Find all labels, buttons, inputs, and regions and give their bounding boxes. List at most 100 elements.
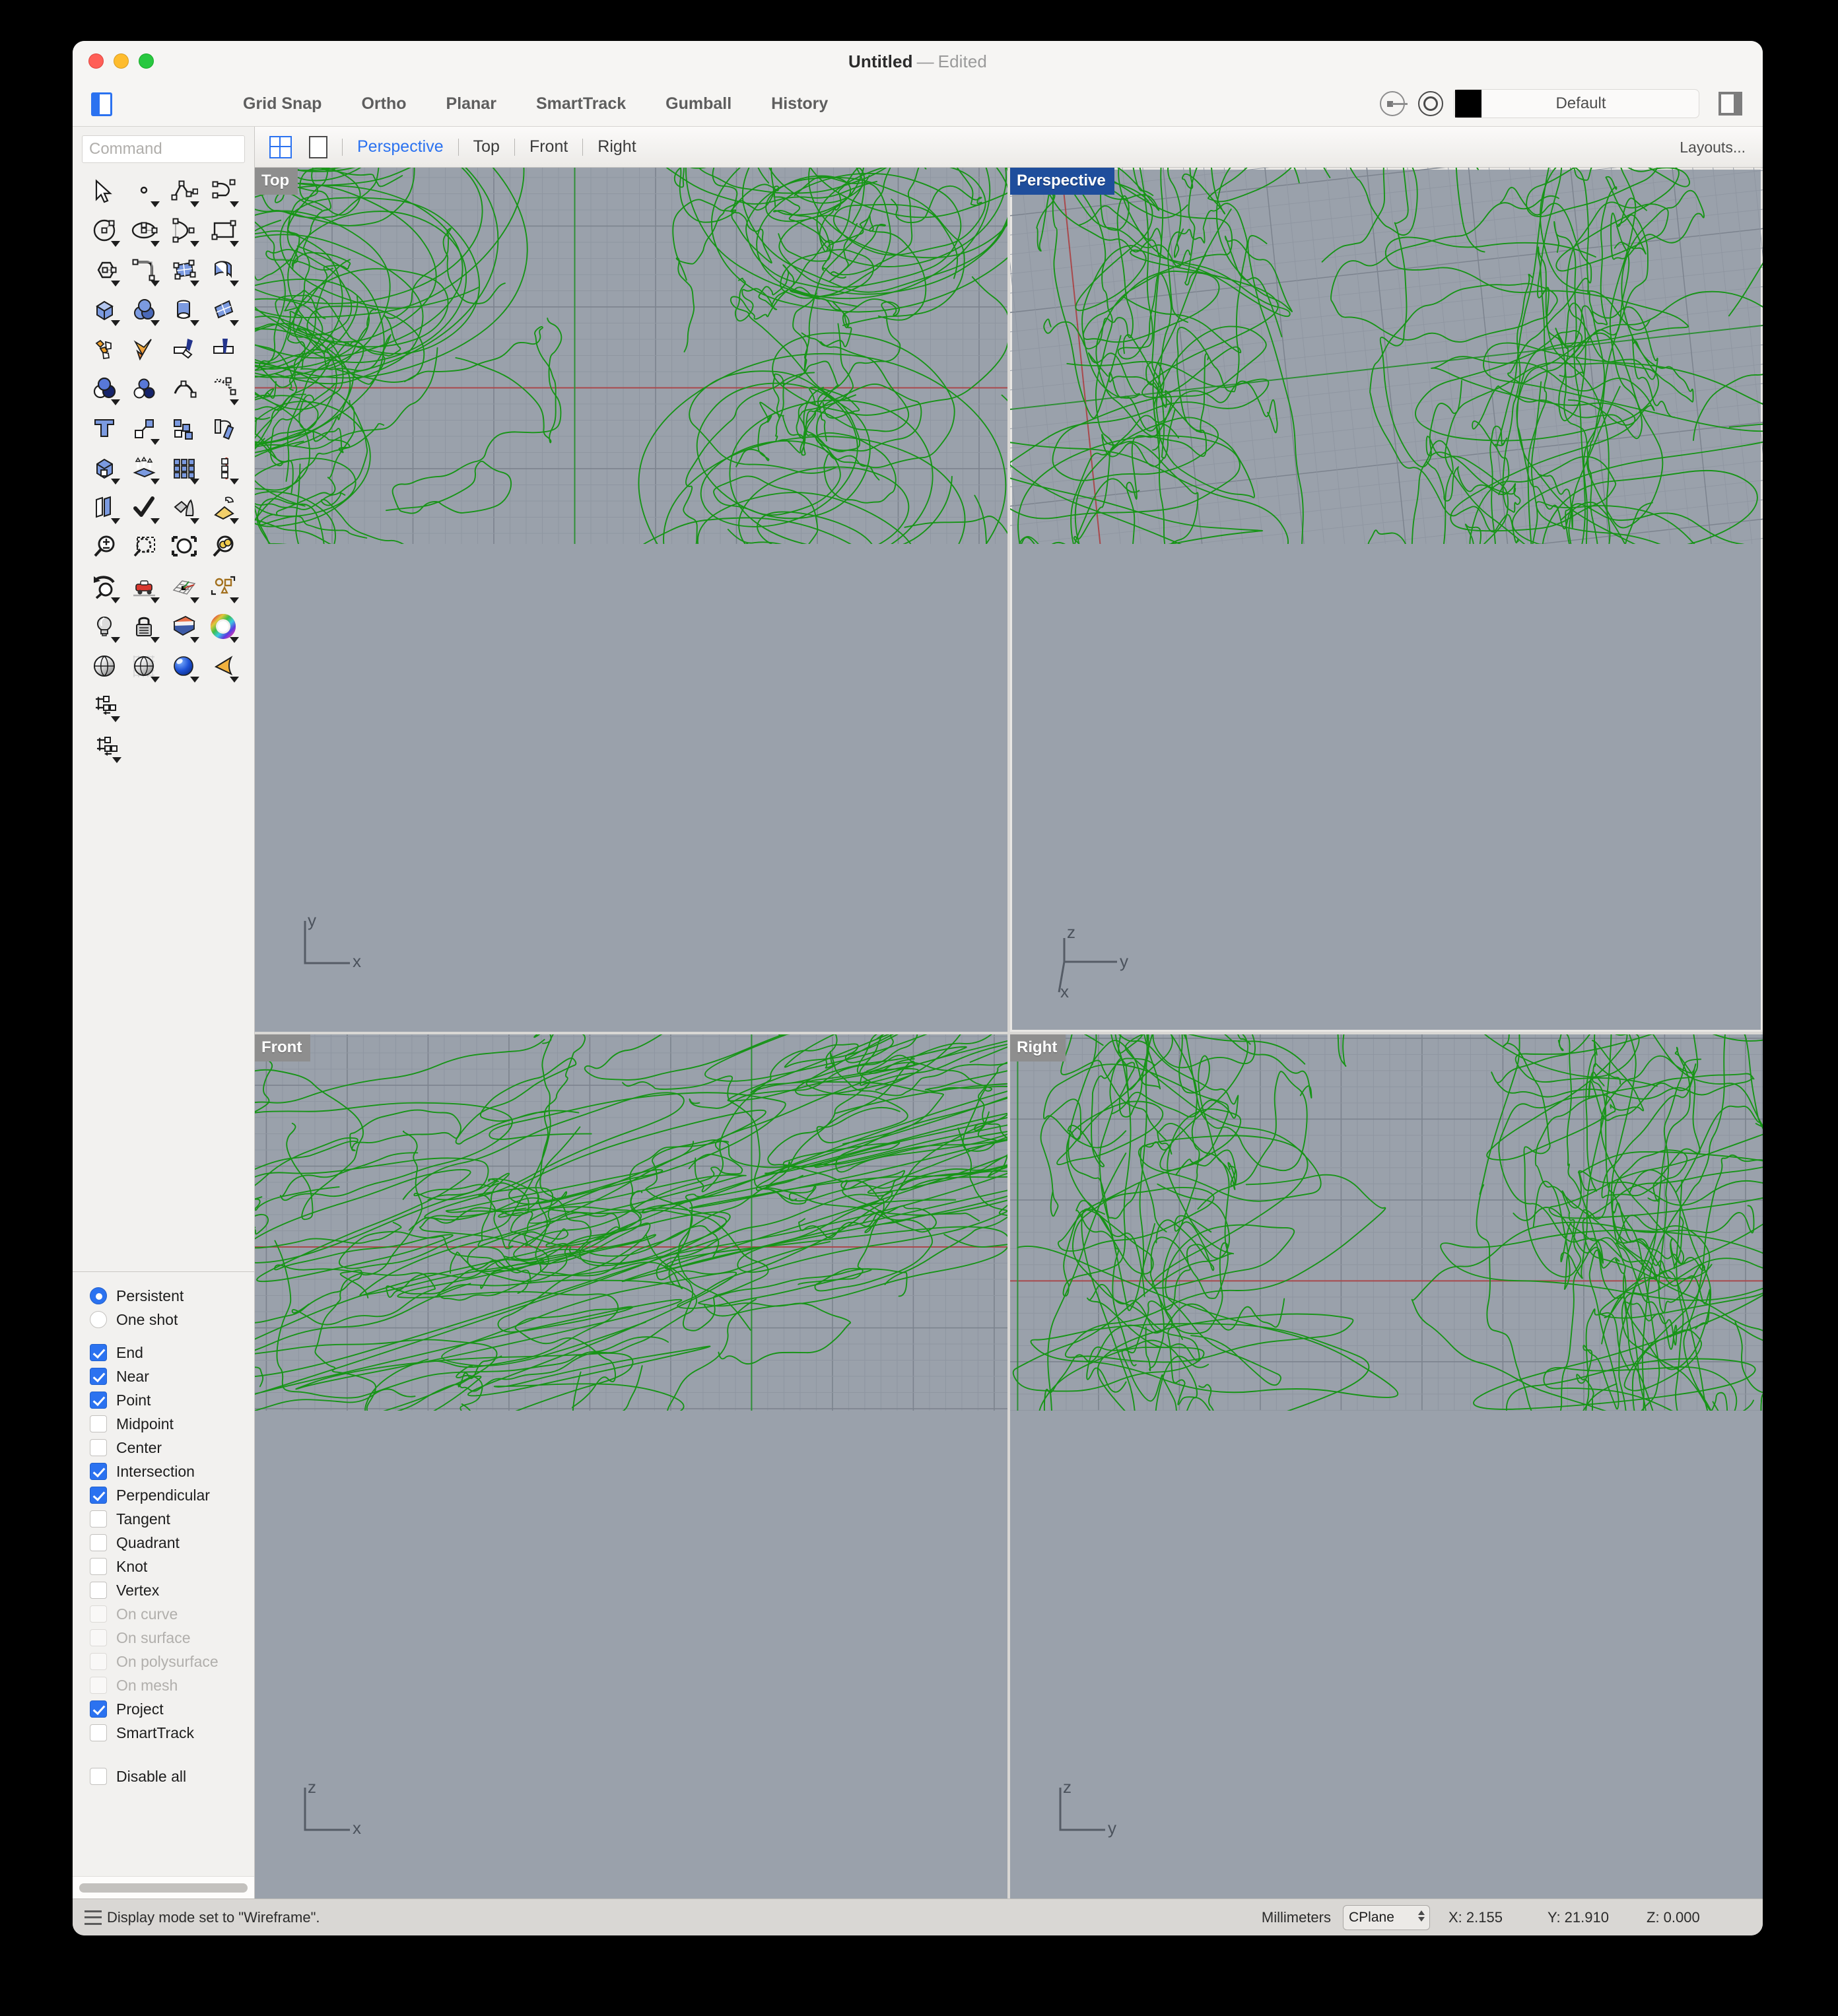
boolean-intersection-icon[interactable]: [124, 369, 164, 409]
viewport-label-front[interactable]: Front: [255, 1034, 311, 1061]
checkbox-icon-disable-all[interactable]: [90, 1768, 107, 1785]
select-arrow-icon[interactable]: [85, 171, 124, 211]
chevron-down-icon[interactable]: [151, 597, 160, 603]
osnap-mode-persistent[interactable]: Persistent: [90, 1284, 254, 1308]
chevron-down-icon[interactable]: [230, 320, 239, 326]
osnap-row-tangent[interactable]: Tangent: [90, 1507, 254, 1531]
checkbox-icon-vertex[interactable]: [90, 1582, 107, 1599]
sidebar-panel-icon[interactable]: [88, 90, 115, 117]
chevron-down-icon[interactable]: [151, 320, 160, 326]
layouts-button[interactable]: Layouts...: [1680, 127, 1746, 168]
checkbox-icon-perpendicular[interactable]: [90, 1487, 107, 1504]
chevron-down-icon[interactable]: [190, 320, 199, 326]
mode-button-history[interactable]: History: [751, 94, 848, 114]
osnap-row-quadrant[interactable]: Quadrant: [90, 1531, 254, 1555]
layers-icon[interactable]: [164, 607, 203, 646]
zoom-in-out-icon[interactable]: [85, 527, 124, 567]
polyline-icon[interactable]: [164, 171, 203, 211]
viewport-top[interactable]: Top y x: [255, 168, 1007, 1032]
chevron-down-icon[interactable]: [230, 479, 239, 485]
boolean-difference-icon[interactable]: [85, 369, 124, 409]
explode-icon[interactable]: [85, 329, 124, 369]
check-select-icon[interactable]: [124, 488, 164, 527]
box-icon[interactable]: [85, 290, 124, 329]
osnap-row-smarttrack[interactable]: SmartTrack: [90, 1721, 254, 1745]
arc-icon[interactable]: [164, 211, 203, 250]
chevron-down-icon[interactable]: [151, 518, 160, 524]
viewport-front[interactable]: Front z x: [255, 1034, 1007, 1898]
chevron-down-icon[interactable]: [111, 518, 120, 524]
osnap-row-center[interactable]: Center: [90, 1436, 254, 1460]
point-icon[interactable]: [124, 171, 164, 211]
chevron-down-icon[interactable]: [111, 637, 120, 643]
single-view-layout-icon[interactable]: [309, 135, 327, 158]
checkbox-icon-point[interactable]: [90, 1392, 107, 1409]
boolean-split-icon[interactable]: [124, 329, 164, 369]
chevron-down-icon[interactable]: [111, 479, 120, 485]
osnap-row-project[interactable]: Project: [90, 1697, 254, 1721]
chevron-down-icon[interactable]: [190, 281, 199, 286]
chevron-down-icon[interactable]: [151, 479, 160, 485]
chevron-down-icon[interactable]: [230, 281, 239, 286]
osnap-row-near[interactable]: Near: [90, 1364, 254, 1388]
viewport-right[interactable]: Right z y: [1010, 1034, 1763, 1898]
scrollbar-thumb[interactable]: [79, 1883, 248, 1893]
pan-view-icon[interactable]: [124, 567, 164, 607]
render-mesh-icon[interactable]: [203, 488, 243, 527]
set-cplane-icon[interactable]: [164, 567, 203, 607]
curve-interpolate-icon[interactable]: [203, 171, 243, 211]
chevron-down-icon[interactable]: [151, 637, 160, 643]
tab-perspective[interactable]: Perspective: [357, 137, 444, 156]
named-position-icon[interactable]: [203, 567, 243, 607]
shaded-view-icon[interactable]: [85, 646, 124, 686]
zoom-selected-icon[interactable]: [203, 527, 243, 567]
tab-right[interactable]: Right: [597, 137, 636, 156]
cap-holes-icon[interactable]: [85, 448, 124, 488]
circle-icon[interactable]: [85, 211, 124, 250]
chevron-down-icon[interactable]: [230, 597, 239, 603]
chevron-down-icon[interactable]: [190, 201, 199, 207]
mode-button-grid-snap[interactable]: Grid Snap: [223, 94, 341, 114]
chevron-down-icon[interactable]: [111, 320, 120, 326]
chevron-down-icon[interactable]: [190, 597, 199, 603]
checkbox-icon-intersection[interactable]: [90, 1463, 107, 1480]
hamburger-icon[interactable]: [85, 1910, 102, 1925]
zoom-window-icon[interactable]: [124, 527, 164, 567]
chevron-updown-icon[interactable]: [1418, 1910, 1425, 1922]
revolve-icon[interactable]: [164, 290, 203, 329]
checkbox-icon-project[interactable]: [90, 1700, 107, 1718]
record-circle-icon[interactable]: [1415, 88, 1446, 119]
move-icon[interactable]: [124, 409, 164, 448]
zoom-previous-icon[interactable]: [85, 567, 124, 607]
ghosted-view-icon[interactable]: [124, 646, 164, 686]
osnap-row-point[interactable]: Point: [90, 1388, 254, 1412]
osnap-row-intersection[interactable]: Intersection: [90, 1460, 254, 1483]
layer-selector[interactable]: Default: [1454, 89, 1699, 118]
mode-button-ortho[interactable]: Ortho: [341, 94, 426, 114]
rebuild-curve-icon[interactable]: [164, 369, 203, 409]
chevron-down-icon[interactable]: [230, 201, 239, 207]
osnap-row-knot[interactable]: Knot: [90, 1555, 254, 1578]
chevron-down-icon[interactable]: [151, 677, 160, 683]
checkbox-icon-midpoint[interactable]: [90, 1415, 107, 1432]
layer-color-swatch[interactable]: [1455, 90, 1481, 118]
chevron-down-icon[interactable]: [230, 637, 239, 643]
extrude-surface-icon[interactable]: [124, 448, 164, 488]
split-icon[interactable]: [203, 329, 243, 369]
command-input[interactable]: [82, 135, 245, 163]
osnap-row-vertex[interactable]: Vertex: [90, 1578, 254, 1602]
checkbox-icon-smarttrack[interactable]: [90, 1724, 107, 1741]
extrude-curve-icon[interactable]: [203, 250, 243, 290]
offset-icon[interactable]: [85, 488, 124, 527]
mesh-from-surface-icon[interactable]: [164, 488, 203, 527]
fillet-curves-icon[interactable]: [124, 250, 164, 290]
radio-icon-one-shot[interactable]: [90, 1311, 107, 1328]
text-object-icon[interactable]: [85, 409, 124, 448]
viewport-label-right[interactable]: Right: [1010, 1034, 1066, 1061]
dimension-linear-icon[interactable]: [86, 727, 125, 766]
chevron-down-icon[interactable]: [151, 439, 160, 445]
polygon-icon[interactable]: [85, 250, 124, 290]
surface-from-points-icon[interactable]: [164, 250, 203, 290]
zoom-extents-icon[interactable]: [164, 527, 203, 567]
viewport-perspective[interactable]: Perspective z y x: [1010, 168, 1763, 1032]
